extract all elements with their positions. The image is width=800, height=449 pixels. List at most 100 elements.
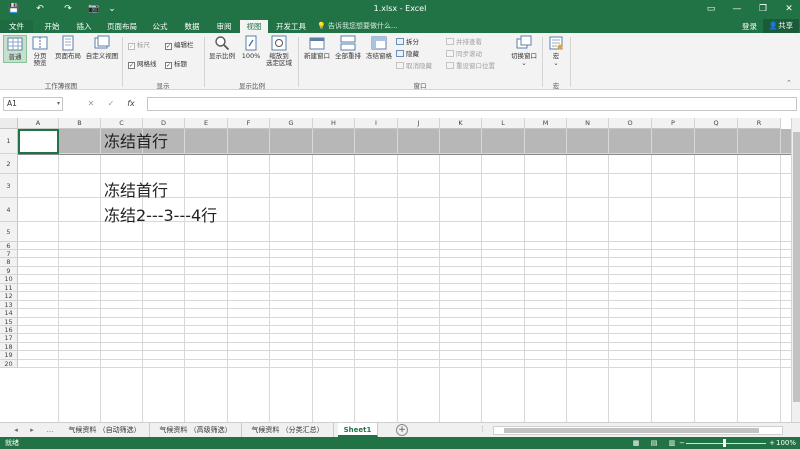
column-header-i[interactable]: I: [355, 118, 398, 129]
column-header-o[interactable]: O: [609, 118, 652, 129]
save-icon[interactable]: 💾: [8, 3, 20, 15]
next-sheet-icon[interactable]: ▸: [26, 425, 38, 436]
column-header-k[interactable]: K: [440, 118, 482, 129]
collapse-ribbon-icon[interactable]: ⌃: [786, 79, 792, 87]
column-header-j[interactable]: J: [398, 118, 440, 129]
formula-bar-checkbox[interactable]: ✓ 编辑栏: [165, 41, 194, 50]
new-window-button[interactable]: 新建窗口: [302, 35, 332, 63]
zoom-to-selection-button[interactable]: 缩放到 选定区域: [264, 35, 294, 77]
column-header-g[interactable]: G: [270, 118, 313, 129]
page-layout-status-icon[interactable]: ▤: [648, 438, 660, 448]
row-header-17[interactable]: 17: [0, 334, 18, 343]
row-header-13[interactable]: 13: [0, 301, 18, 309]
vertical-scroll-thumb[interactable]: [793, 132, 800, 402]
tab-developer[interactable]: 开发工具: [272, 20, 310, 33]
row-header-18[interactable]: 18: [0, 343, 18, 351]
close-button[interactable]: ✕: [782, 3, 796, 15]
restore-button[interactable]: ❐: [756, 3, 770, 15]
tab-formulas[interactable]: 公式: [146, 20, 174, 33]
tab-home[interactable]: 开始: [38, 20, 66, 33]
column-header-d[interactable]: D: [143, 118, 185, 129]
column-header-e[interactable]: E: [185, 118, 228, 129]
normal-view-status-icon[interactable]: ▦: [630, 438, 642, 448]
row-header-20[interactable]: 20: [0, 360, 18, 368]
row-header-9[interactable]: 9: [0, 267, 18, 275]
page-layout-button[interactable]: 页面布局: [53, 35, 83, 63]
select-all-corner[interactable]: [0, 118, 18, 129]
share-button[interactable]: 👤共享: [763, 19, 799, 33]
column-header-b[interactable]: B: [59, 118, 101, 129]
column-header-m[interactable]: M: [525, 118, 567, 129]
column-header-q[interactable]: Q: [695, 118, 738, 129]
split-button[interactable]: 拆分: [396, 38, 419, 47]
enter-icon[interactable]: ✓: [104, 97, 118, 111]
zoom-slider-thumb[interactable]: [723, 439, 726, 447]
column-header-h[interactable]: H: [313, 118, 355, 129]
zoom-slider[interactable]: [686, 443, 766, 444]
custom-views-button[interactable]: 自定义视图: [85, 35, 119, 63]
zoom-percentage[interactable]: 100%: [776, 438, 796, 448]
camera-icon[interactable]: 📷: [88, 3, 100, 15]
undo-icon[interactable]: ↶: [34, 3, 46, 15]
unhide-button[interactable]: 取消隐藏: [396, 62, 432, 71]
column-header-p[interactable]: P: [652, 118, 695, 129]
column-header-a[interactable]: A: [18, 118, 59, 129]
tab-file[interactable]: 文件: [0, 20, 33, 33]
tell-me-search[interactable]: 💡 告诉我您想要做什么...: [317, 20, 398, 33]
zoom-100-button[interactable]: 100%: [240, 35, 262, 63]
cell-c4[interactable]: 冻结2---3---4行: [104, 206, 217, 226]
row-header-3[interactable]: 3: [0, 174, 18, 198]
synchronous-scrolling-button[interactable]: 同步滚动: [446, 50, 482, 59]
active-cell-a1[interactable]: [18, 129, 59, 154]
macros-button[interactable]: 宏 ⌄: [545, 35, 567, 75]
name-box[interactable]: A1 ▾: [3, 97, 63, 111]
worksheet-grid[interactable]: ABCDEFGHIJKLMNOPQR 1 2 3 4 5 6 7 8 9 10 11 12 13 14 15…: [0, 118, 791, 422]
arrange-all-button[interactable]: 全部重排: [333, 35, 363, 63]
minimize-button[interactable]: —: [730, 3, 744, 15]
zoom-button[interactable]: 显示比例: [207, 35, 237, 63]
tab-review[interactable]: 审阅: [210, 20, 238, 33]
customize-quick-access-icon[interactable]: ⌄: [106, 3, 118, 15]
add-sheet-button[interactable]: +: [396, 424, 408, 436]
sheet-tab-subtotal[interactable]: 气候资料 （分类汇总）: [242, 423, 334, 437]
row-header-16[interactable]: 16: [0, 326, 18, 334]
tab-insert[interactable]: 插入: [70, 20, 98, 33]
horizontal-scrollbar[interactable]: [493, 426, 783, 435]
vertical-scrollbar[interactable]: [791, 118, 800, 422]
column-header-c[interactable]: C: [101, 118, 143, 129]
cell-c3[interactable]: 冻结首行: [104, 181, 168, 201]
tab-view[interactable]: 视图: [240, 20, 268, 33]
cancel-icon[interactable]: ✕: [84, 97, 98, 111]
row-header-5[interactable]: 5: [0, 222, 18, 242]
row-header-1[interactable]: 1: [0, 129, 18, 154]
tab-split-handle[interactable]: ⋮: [479, 425, 486, 433]
normal-view-button[interactable]: 普通: [3, 35, 27, 63]
row-header-19[interactable]: 19: [0, 351, 18, 360]
tab-data[interactable]: 数据: [178, 20, 206, 33]
row-header-7[interactable]: 7: [0, 250, 18, 258]
column-header-f[interactable]: F: [228, 118, 270, 129]
row-header-6[interactable]: 6: [0, 242, 18, 250]
column-header-l[interactable]: L: [482, 118, 525, 129]
gridlines-checkbox[interactable]: ✓ 网格线: [128, 60, 157, 69]
row-header-15[interactable]: 15: [0, 318, 18, 326]
horizontal-scroll-thumb[interactable]: [504, 428, 759, 433]
more-sheets-button[interactable]: ...: [43, 425, 57, 436]
ruler-checkbox[interactable]: ✓ 标尺: [128, 41, 150, 50]
switch-windows-button[interactable]: 切换窗口 ⌄: [508, 35, 540, 75]
ribbon-display-options-icon[interactable]: ▭: [704, 3, 718, 15]
row-header-10[interactable]: 10: [0, 275, 18, 284]
row-header-4[interactable]: 4: [0, 198, 18, 222]
view-side-by-side-button[interactable]: 并排查看: [446, 38, 482, 47]
sheet-tab-sheet1[interactable]: Sheet1: [338, 423, 378, 437]
sheet-tab-advanced-filter[interactable]: 气候资料 （高级筛选）: [150, 423, 242, 437]
page-break-preview-button[interactable]: 分页 预览: [29, 35, 51, 77]
tab-page-layout[interactable]: 页面布局: [103, 20, 141, 33]
cell-c1[interactable]: 冻结首行: [104, 132, 168, 152]
prev-sheet-icon[interactable]: ◂: [10, 425, 22, 436]
column-header-n[interactable]: N: [567, 118, 609, 129]
freeze-panes-button[interactable]: 冻结窗格: [364, 35, 394, 69]
reset-window-position-button[interactable]: 重设窗口位置: [446, 62, 495, 71]
redo-icon[interactable]: ↷: [62, 3, 74, 15]
row-header-2[interactable]: 2: [0, 154, 18, 174]
